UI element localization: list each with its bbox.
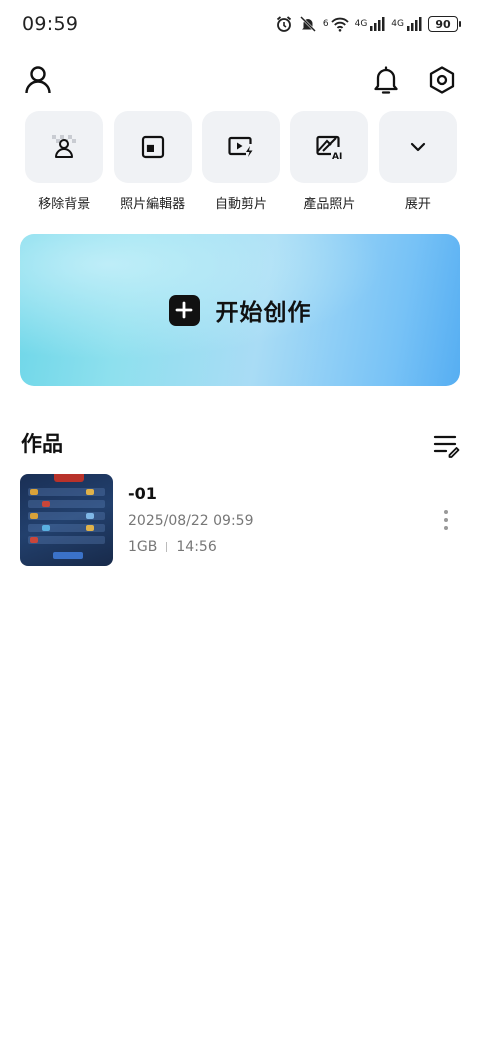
auto-cut-icon: [228, 136, 253, 157]
settings-button[interactable]: [426, 64, 458, 96]
tool-tile[interactable]: AI: [290, 111, 369, 183]
sort-edit-icon: [433, 435, 460, 458]
remove-background-icon: [52, 135, 77, 158]
project-date: 2025/08/22 09:59: [128, 513, 254, 529]
notifications-button[interactable]: [370, 64, 402, 96]
tools-row: 移除背景 照片編輯器 自動剪片 AI 產品照片 展开: [25, 111, 457, 212]
profile-button[interactable]: [22, 64, 54, 96]
battery-icon: 90: [428, 16, 461, 32]
thumbnail-button: [53, 552, 83, 559]
tool-label: 照片編輯器: [120, 197, 186, 212]
tool-label: 移除背景: [38, 197, 91, 212]
product-photo-ai-icon: AI: [316, 135, 343, 160]
tool-label: 展开: [404, 197, 431, 212]
meta-divider: [166, 542, 168, 552]
wifi-icon: [330, 17, 349, 32]
profile-icon: [25, 66, 51, 94]
tool-label: 自動剪片: [215, 197, 268, 212]
alarm-icon: [276, 16, 291, 32]
status-bar: 09:59 6 4G 4G 90: [0, 0, 480, 48]
top-bar: [0, 60, 480, 100]
project-item[interactable]: -01 2025/08/22 09:59 1GB 14:56: [20, 474, 460, 566]
signal-icon-sim2: [407, 17, 422, 31]
chevron-down-icon: [410, 142, 425, 152]
more-dot: [444, 518, 448, 522]
network-label-sim1: 4G: [354, 19, 368, 29]
more-dot: [444, 526, 448, 530]
project-thumbnail[interactable]: [20, 474, 113, 566]
tool-tile[interactable]: [202, 111, 281, 183]
svg-text:AI: AI: [332, 152, 342, 160]
photo-editor-icon: [141, 135, 164, 159]
start-creating-button[interactable]: 开始创作: [20, 234, 460, 386]
sort-edit-button[interactable]: [432, 431, 460, 459]
battery-level: 90: [435, 17, 451, 31]
bell-icon: [374, 66, 398, 94]
project-duration: 14:56: [176, 539, 217, 555]
works-section-title: 作品: [21, 432, 63, 456]
tool-expand[interactable]: 展开: [378, 111, 457, 212]
network-label-wifi: 6: [322, 19, 329, 29]
tool-auto-cut[interactable]: 自動剪片: [202, 111, 281, 212]
start-creating-label: 开始创作: [215, 300, 312, 326]
settings-icon: [429, 66, 455, 94]
plus-icon: [168, 294, 200, 326]
network-label-sim2: 4G: [391, 19, 404, 29]
tool-photo-editor[interactable]: 照片編輯器: [113, 111, 192, 212]
tool-tile[interactable]: [378, 111, 457, 183]
tool-tile[interactable]: [113, 111, 192, 183]
tool-product-photo[interactable]: AI 產品照片: [290, 111, 369, 212]
tool-label: 產品照片: [303, 197, 356, 212]
status-time: 09:59: [22, 13, 79, 35]
start-creating-content: 开始创作: [168, 293, 312, 327]
more-dot: [444, 510, 448, 514]
signal-icon-sim1: [370, 17, 385, 31]
thumbnail-header: [54, 474, 84, 482]
project-title: -01: [128, 484, 157, 503]
project-size: 1GB: [128, 539, 158, 555]
tool-tile[interactable]: [25, 111, 104, 183]
status-icons: 6 4G 4G 90: [275, 15, 461, 33]
more-options-button[interactable]: [438, 508, 454, 532]
project-meta: 1GB 14:56: [128, 539, 217, 555]
tool-remove-background[interactable]: 移除背景: [25, 111, 104, 212]
mute-bell-icon: [299, 16, 316, 32]
